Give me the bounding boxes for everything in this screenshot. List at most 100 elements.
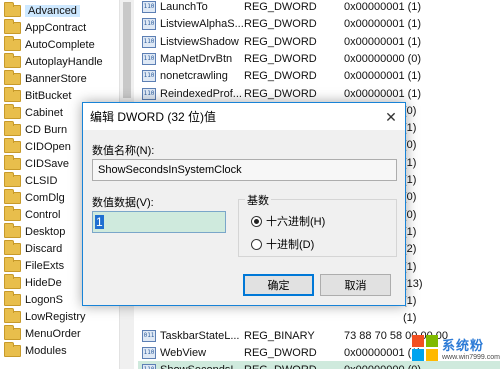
value-data: 0x00000001 (1) xyxy=(344,0,422,13)
site-watermark: 系统粉 www.win7999.com xyxy=(410,326,500,369)
folder-icon xyxy=(4,256,21,272)
tree-item[interactable]: LowRegistry xyxy=(4,307,86,325)
folder-icon xyxy=(4,188,21,204)
tree-item[interactable]: AutoplayHandle xyxy=(4,52,103,70)
value-row[interactable]: 110 LaunchTo REG_DWORD 0x00000001 (1) xyxy=(138,0,500,15)
value-name: LaunchTo xyxy=(160,0,208,13)
value-data: 0x00000001 (1) xyxy=(344,35,422,48)
tree-item[interactable]: LogonS xyxy=(4,290,63,308)
tree-item[interactable]: MenuOrder xyxy=(4,324,81,342)
folder-icon xyxy=(4,341,21,357)
value-row[interactable]: 110 ReindexedProf... REG_DWORD 0x00000001 (… xyxy=(138,85,500,102)
tree-item[interactable]: Control xyxy=(4,205,61,223)
folder-icon xyxy=(4,35,21,51)
value-type: REG_DWORD xyxy=(244,35,317,48)
value-name: MapNetDrvBtn xyxy=(160,52,233,65)
folder-icon xyxy=(4,239,21,255)
value-data-label: 数值数据(V): xyxy=(92,197,154,209)
tree-item[interactable]: Desktop xyxy=(4,222,66,240)
value-type: REG_DWORD xyxy=(244,17,317,30)
value-type: REG_DWORD xyxy=(244,364,317,369)
dword-value-icon: 110 xyxy=(142,52,156,65)
tree-item-label: LowRegistry xyxy=(25,310,86,323)
tree-item[interactable]: CIDOpen xyxy=(4,137,71,155)
folder-icon xyxy=(4,69,21,85)
tree-item[interactable]: HideDe xyxy=(4,273,62,291)
dec-radio[interactable]: 十进制(D) xyxy=(251,236,314,252)
folder-icon xyxy=(4,1,21,17)
base-group-label: 基数 xyxy=(245,192,271,208)
dword-value-icon: 110 xyxy=(142,0,156,13)
logo-tile xyxy=(426,334,438,347)
value-name-field: ShowSecondsInSystemClock xyxy=(92,159,397,181)
dword-value-icon: 110 xyxy=(142,346,156,359)
value-row[interactable]: 110 ListviewShadow REG_DWORD 0x00000001 (1) xyxy=(138,33,500,50)
folder-icon xyxy=(4,86,21,102)
tree-item[interactable]: BitBucket xyxy=(4,86,71,104)
folder-icon xyxy=(4,154,21,170)
value-data: (1) xyxy=(403,311,417,324)
watermark-url: www.win7999.com xyxy=(442,353,500,361)
tree-item[interactable]: CLSID xyxy=(4,171,58,189)
tree-item[interactable]: Cabinet xyxy=(4,103,63,121)
hex-radio-indicator[interactable] xyxy=(251,215,262,227)
folder-icon xyxy=(4,18,21,34)
tree-item-label: CLSID xyxy=(25,174,58,187)
tree-item-label: HideDe xyxy=(25,276,62,289)
cancel-button[interactable]: 取消 xyxy=(320,274,391,296)
folder-icon xyxy=(4,307,21,323)
folder-icon xyxy=(4,171,21,187)
tree-item-label: AutoComplete xyxy=(25,38,95,51)
tree-item-label: Desktop xyxy=(25,225,66,238)
ok-button[interactable]: 确定 xyxy=(243,274,314,296)
tree-item[interactable]: FileExts xyxy=(4,256,65,274)
tree-item[interactable]: Advanced xyxy=(4,1,80,19)
tree-item-label: CIDOpen xyxy=(25,140,71,153)
tree-item-label: MenuOrder xyxy=(25,327,81,340)
value-data: 0x00000000 (0) xyxy=(344,52,422,65)
value-type: REG_DWORD xyxy=(244,52,317,65)
value-name: ShowSecondsI... xyxy=(160,364,244,369)
tree-item[interactable]: AppContract xyxy=(4,18,86,36)
tree-item-label: Control xyxy=(25,208,61,221)
folder-icon xyxy=(4,222,21,238)
binary-value-icon: 011 xyxy=(142,329,156,342)
value-data-input[interactable]: 1 xyxy=(92,211,226,233)
tree-item-label: Cabinet xyxy=(25,106,63,119)
dialog-title: 编辑 DWORD (32 位)值 xyxy=(90,110,217,124)
value-row[interactable]: 110 MapNetDrvBtn REG_DWORD 0x00000000 (0) xyxy=(138,50,500,67)
value-row[interactable]: 110 nonetcrawling REG_DWORD 0x00000001 (1) xyxy=(138,67,500,84)
value-type: REG_DWORD xyxy=(244,346,317,359)
tree-item[interactable]: CD Burn xyxy=(4,120,67,138)
value-name: ListviewShadow xyxy=(160,35,239,48)
value-row[interactable]: 110 ListviewAlphaS... REG_DWORD 0x00000001 … xyxy=(138,15,500,32)
dialog-titlebar[interactable]: 编辑 DWORD (32 位)值 ✕ xyxy=(83,103,405,130)
tree-item-label: ComDlg xyxy=(25,191,65,204)
value-name: ListviewAlphaS... xyxy=(160,17,244,30)
value-type: REG_DWORD xyxy=(244,87,317,100)
dword-value-icon: 110 xyxy=(142,69,156,82)
value-name-label: 数值名称(N): xyxy=(92,145,155,157)
value-name: nonetcrawling xyxy=(160,69,228,82)
tree-item[interactable]: ComDlg xyxy=(4,188,65,206)
dword-value-icon: 110 xyxy=(142,363,156,369)
tree-item[interactable]: Discard xyxy=(4,239,62,257)
tree-item-label: CIDSave xyxy=(25,157,70,170)
value-data: 0x00000001 (1) xyxy=(344,69,422,82)
tree-item[interactable]: Modules xyxy=(4,341,67,359)
value-row[interactable]: (1) xyxy=(138,309,500,326)
folder-icon xyxy=(4,103,21,119)
folder-icon xyxy=(4,137,21,153)
tree-item-label: FileExts xyxy=(25,259,65,272)
tree-item[interactable]: BannerStore xyxy=(4,69,87,87)
tree-item[interactable]: AutoComplete xyxy=(4,35,95,53)
tree-item[interactable]: CIDSave xyxy=(4,154,70,172)
logo-tile xyxy=(412,334,424,347)
hex-radio-label: 十六进制(H) xyxy=(266,216,326,228)
dec-radio-label: 十进制(D) xyxy=(266,239,315,251)
close-icon[interactable]: ✕ xyxy=(381,107,401,127)
tree-scrollbar-thumb[interactable] xyxy=(123,2,131,98)
dec-radio-indicator[interactable] xyxy=(251,238,262,250)
hex-radio[interactable]: 十六进制(H) xyxy=(251,213,325,229)
value-data-text: 1 xyxy=(95,215,104,229)
